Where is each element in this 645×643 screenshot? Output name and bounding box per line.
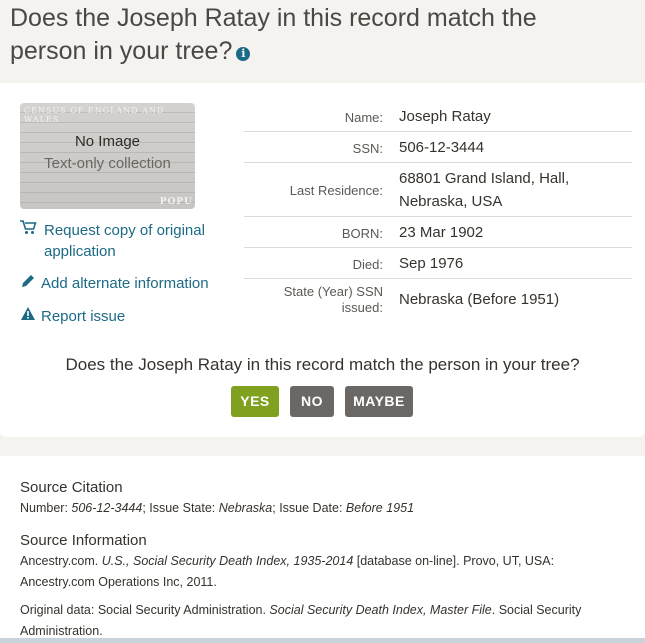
text-only-label: Text-only collection xyxy=(44,155,171,172)
detail-label: Name: xyxy=(344,110,383,125)
citation-date: Before 1951 xyxy=(345,501,415,515)
citation-number-label: Number: xyxy=(20,501,72,515)
yes-button[interactable]: YES xyxy=(231,386,279,417)
original-prefix: Original data: Social Security Administr… xyxy=(20,603,270,617)
match-prompt: Does the Joseph Ratay in this record mat… xyxy=(65,355,580,374)
no-image-label: No Image xyxy=(74,133,141,150)
record-image-thumbnail[interactable]: CENSUS OF ENGLAND AND WALES POPU No Imag… xyxy=(20,103,195,209)
citation-date-label: ; Issue Date: xyxy=(272,501,346,515)
source-information-heading: Source Information xyxy=(20,532,147,549)
page-title: Does the Joseph Ratay in this record mat… xyxy=(10,2,630,68)
title-line-1: Does the Joseph Ratay in this record mat… xyxy=(10,4,537,32)
source-citation-text: Number: 506-12-3444; Issue State: Nebras… xyxy=(20,498,620,519)
thumbnail-popu-text: POPU xyxy=(159,197,193,207)
detail-value: 68801 Grand Island, Hall, Nebraska, USA xyxy=(399,170,570,210)
source-panel: Source Citation Number: 506-12-3444; Iss… xyxy=(0,456,645,643)
detail-row-last-residence: Last Residence: 68801 Grand Island, Hall… xyxy=(244,163,632,217)
detail-row-name: Name: Joseph Ratay xyxy=(244,101,632,132)
maybe-button[interactable]: MAYBE xyxy=(345,386,413,417)
add-alternate-label: Add alternate information xyxy=(41,275,209,292)
title-line-2-text: person in your tree? xyxy=(10,37,233,65)
title-line-2: person in your tree? i xyxy=(10,35,630,68)
info-icon[interactable]: i xyxy=(236,47,251,61)
detail-label: Last Residence: xyxy=(289,183,383,198)
citation-number: 506-12-3444 xyxy=(71,501,143,515)
original-data-text: Original data: Social Security Administr… xyxy=(20,600,620,642)
detail-value: Sep 1976 xyxy=(399,255,464,272)
detail-value: Joseph Ratay xyxy=(399,108,491,125)
detail-label: Died: xyxy=(352,257,383,272)
original-title: Social Security Death Index, Master File xyxy=(269,603,492,617)
browser-bottom-bar xyxy=(0,638,645,643)
info-title: U.S., Social Security Death Index, 1935-… xyxy=(101,554,354,568)
detail-row-ssn-issued: State (Year) SSN issued: Nebraska (Befor… xyxy=(244,279,632,319)
detail-label: SSN: xyxy=(352,141,383,156)
citation-state-label: ; Issue State: xyxy=(142,501,219,515)
record-card: CENSUS OF ENGLAND AND WALES POPU No Imag… xyxy=(0,83,645,437)
no-button[interactable]: NO xyxy=(290,386,334,417)
record-details: Name: Joseph Ratay SSN: 506-12-3444 Last… xyxy=(244,101,632,319)
cart-icon xyxy=(20,220,38,241)
detail-row-born: BORN: 23 Mar 1902 xyxy=(244,217,632,248)
info-prefix: Ancestry.com. xyxy=(20,554,102,568)
thumbnail-census-text: CENSUS OF ENGLAND AND WALES xyxy=(24,106,165,124)
source-information-text: Ancestry.com. U.S., Social Security Deat… xyxy=(20,551,620,593)
warning-icon xyxy=(20,306,38,327)
pencil-icon xyxy=(20,273,38,295)
detail-value: 506-12-3444 xyxy=(399,139,485,156)
detail-label: BORN: xyxy=(341,226,383,241)
detail-value: 23 Mar 1902 xyxy=(399,224,484,241)
report-issue-label: Report issue xyxy=(41,308,126,325)
add-alternate-link[interactable]: Add alternate information xyxy=(20,273,209,295)
citation-state: Nebraska xyxy=(218,501,273,515)
source-citation-heading: Source Citation xyxy=(20,479,123,496)
detail-row-ssn: SSN: 506-12-3444 xyxy=(244,132,632,163)
request-copy-link[interactable]: Request copy of original application xyxy=(20,220,205,260)
detail-value: Nebraska (Before 1951) xyxy=(399,291,560,308)
detail-row-died: Died: Sep 1976 xyxy=(244,248,632,279)
detail-label: State (Year) SSN issued: xyxy=(283,284,383,315)
request-copy-label: Request copy of original application xyxy=(44,222,205,260)
report-issue-link[interactable]: Report issue xyxy=(20,306,125,327)
